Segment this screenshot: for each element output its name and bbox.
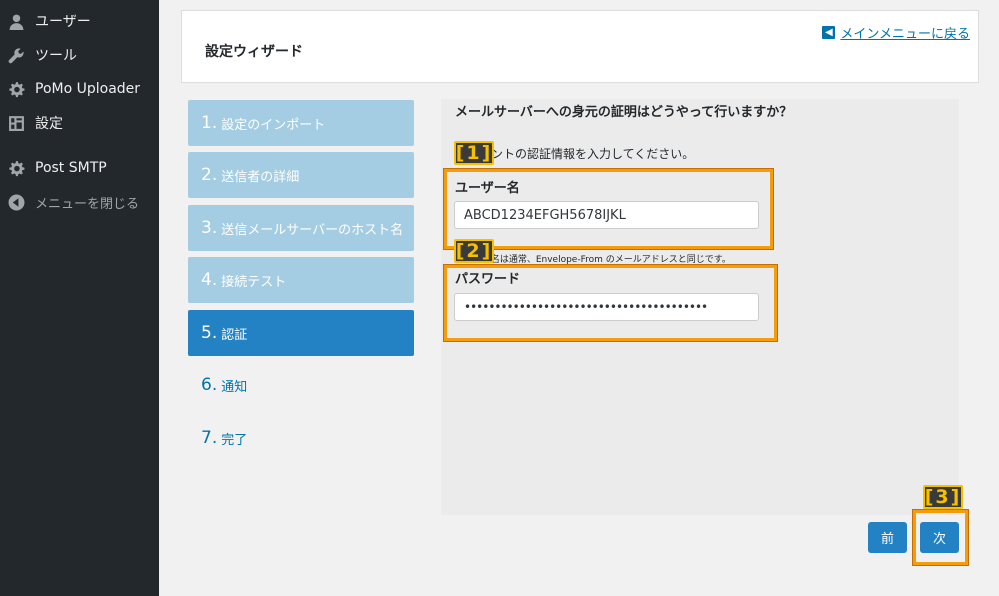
highlight-password [443, 264, 778, 342]
step-complete[interactable]: 7. 完了 [188, 415, 414, 461]
sidebar-item-label: ユーザー [35, 14, 91, 30]
step-number: 2. [201, 165, 218, 185]
sidebar-item-post-smtp[interactable]: Post SMTP [0, 151, 159, 185]
annotation-tag-3: [3] [923, 485, 963, 509]
previous-button[interactable]: 前 [868, 522, 907, 553]
step-label: 認証 [221, 327, 248, 343]
sidebar-item-label: PoMo Uploader [35, 81, 141, 97]
back-link-label: メインメニューに戻る [840, 27, 970, 42]
step-label: 完了 [221, 432, 248, 448]
sidebar-item-label: 設定 [35, 116, 63, 132]
step-number: 3. [201, 218, 218, 238]
step-label: 通知 [221, 379, 248, 395]
highlight-username [443, 168, 774, 250]
next-button[interactable]: 次 [920, 522, 959, 553]
auth-question: メールサーバーへの身元の証明はどうやって行いますか？ [455, 105, 793, 120]
sidebar-item-tools[interactable]: ツール [0, 38, 159, 72]
settings-icon [8, 115, 25, 132]
step-label: 送信者の詳細 [221, 169, 300, 185]
step-label: 接続テスト [221, 274, 287, 290]
sidebar-item-label: メニューを閉じる [35, 196, 140, 212]
step-number: 4. [201, 270, 218, 290]
wrench-icon [8, 47, 25, 64]
annotation-tag-1: [1] [454, 141, 494, 165]
admin-sidebar: ユーザー ツール PoMo Uploader 設定 Post SMTP メニュー… [0, 0, 159, 596]
step-number: 5. [201, 323, 218, 343]
gear-icon [8, 81, 25, 98]
sidebar-item-pomo-uploader[interactable]: PoMo Uploader [0, 72, 159, 106]
arrow-left-icon: ◀ [822, 26, 836, 39]
step-outgoing-server-host[interactable]: 3. 送信メールサーバーのホスト名 [188, 205, 414, 251]
collapse-menu-button[interactable]: メニューを閉じる [0, 185, 159, 219]
step-label: 設定のインポート [221, 117, 326, 133]
sidebar-item-settings[interactable]: 設定 [0, 106, 159, 140]
step-notification[interactable]: 6. 通知 [188, 362, 414, 408]
step-import-settings[interactable]: 1. 設定のインポート [188, 100, 414, 146]
sidebar-item-label: Post SMTP [35, 160, 107, 176]
sidebar-item-users[interactable]: ユーザー [0, 4, 159, 38]
step-number: 6. [201, 375, 218, 395]
step-authentication[interactable]: 5. 認証 [188, 310, 414, 356]
step-number: 7. [201, 428, 218, 448]
step-sender-details[interactable]: 2. 送信者の詳細 [188, 152, 414, 198]
collapse-icon [8, 194, 25, 211]
step-connection-test[interactable]: 4. 接続テスト [188, 257, 414, 303]
wizard-header: 設定ウィザード ◀ メインメニューに戻る [181, 10, 979, 83]
page-title: 設定ウィザード [205, 44, 303, 60]
step-label: 送信メールサーバーのホスト名 [221, 222, 404, 238]
sidebar-item-label: ツール [35, 48, 77, 64]
gear-icon [8, 160, 25, 177]
username-note: ユーザー名は通常、Envelope-From のメールアドレスと同じです。 [455, 255, 731, 265]
step-number: 1. [201, 113, 218, 133]
user-icon [8, 13, 25, 30]
annotation-tag-2: [2] [454, 239, 494, 263]
back-to-main-menu-link[interactable]: ◀ メインメニューに戻る [822, 23, 970, 42]
